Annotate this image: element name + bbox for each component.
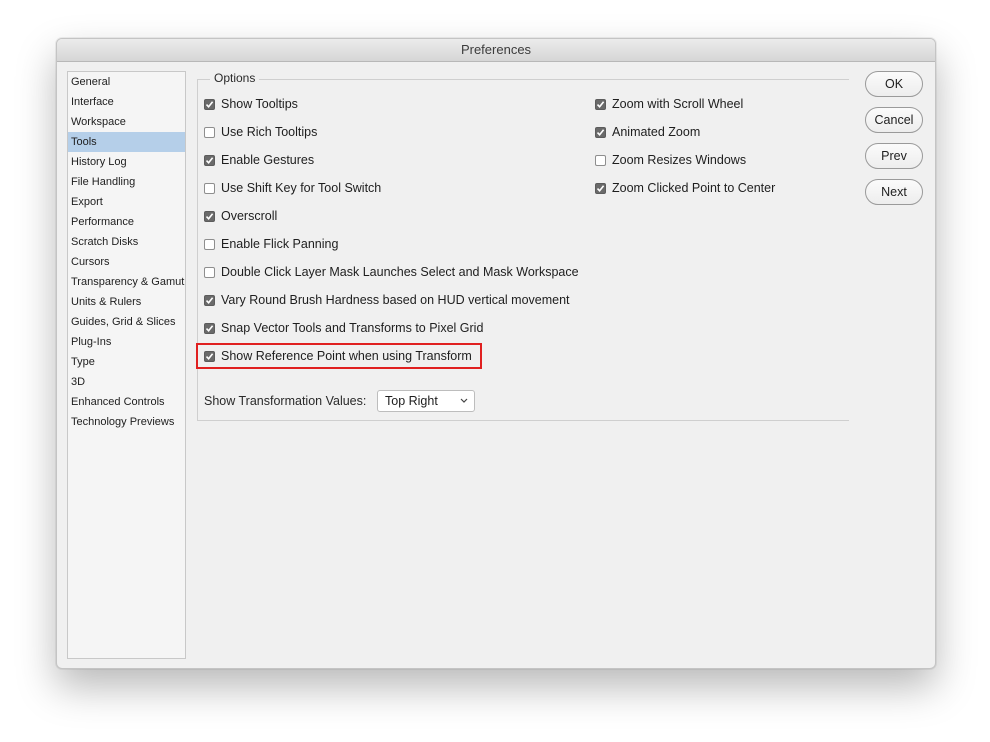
sidebar-item-general[interactable]: General: [68, 72, 185, 92]
checkbox-label: Zoom Resizes Windows: [612, 153, 747, 167]
checkbox-label: Overscroll: [221, 209, 278, 223]
checkbox-vary-round-brush-hardness[interactable]: Vary Round Brush Hardness based on HUD v…: [204, 292, 570, 308]
cancel-button[interactable]: Cancel: [865, 107, 923, 133]
checkbox-zoom-resizes-windows[interactable]: Zoom Resizes Windows: [595, 152, 746, 168]
sidebar-item-transparency-gamut[interactable]: Transparency & Gamut: [68, 272, 185, 292]
sidebar-item-workspace[interactable]: Workspace: [68, 112, 185, 132]
checkbox-show-tooltips[interactable]: Show Tooltips: [204, 96, 298, 112]
sidebar-item-technology-previews[interactable]: Technology Previews: [68, 412, 185, 432]
checkbox-box[interactable]: [595, 182, 606, 194]
next-button[interactable]: Next: [865, 179, 923, 205]
checkbox-use-shift-key[interactable]: Use Shift Key for Tool Switch: [204, 180, 381, 196]
preferences-sidebar: General Interface Workspace Tools Histor…: [67, 71, 186, 659]
sidebar-item-plug-ins[interactable]: Plug-Ins: [68, 332, 185, 352]
checkbox-snap-vector-tools[interactable]: Snap Vector Tools and Transforms to Pixe…: [204, 320, 483, 336]
sidebar-item-cursors[interactable]: Cursors: [68, 252, 185, 272]
preferences-window: Preferences General Interface Workspace …: [56, 38, 936, 669]
checkbox-overscroll[interactable]: Overscroll: [204, 208, 277, 224]
checkbox-box[interactable]: [595, 126, 606, 138]
checkbox-zoom-clicked-point[interactable]: Zoom Clicked Point to Center: [595, 180, 775, 196]
checkbox-box[interactable]: [595, 98, 606, 110]
transformation-values-label: Show Transformation Values:: [204, 394, 367, 408]
checkbox-box[interactable]: [204, 322, 215, 334]
transformation-values-select[interactable]: Top Right: [377, 390, 475, 412]
checkbox-label: Zoom with Scroll Wheel: [612, 97, 744, 111]
checkbox-box[interactable]: [204, 238, 215, 250]
sidebar-item-scratch-disks[interactable]: Scratch Disks: [68, 232, 185, 252]
checkbox-label: Enable Gestures: [221, 153, 315, 167]
checkbox-box[interactable]: [595, 154, 606, 166]
checkbox-box[interactable]: [204, 98, 215, 110]
highlight-annotation-box: [196, 343, 482, 369]
sidebar-item-guides-grid-slices[interactable]: Guides, Grid & Slices: [68, 312, 185, 332]
select-value: Top Right: [385, 394, 438, 408]
checkbox-box[interactable]: [204, 210, 215, 222]
checkbox-box[interactable]: [204, 154, 215, 166]
sidebar-item-interface[interactable]: Interface: [68, 92, 185, 112]
checkbox-label: Snap Vector Tools and Transforms to Pixe…: [221, 321, 484, 335]
checkbox-animated-zoom[interactable]: Animated Zoom: [595, 124, 700, 140]
sidebar-item-file-handling[interactable]: File Handling: [68, 172, 185, 192]
sidebar-item-enhanced-controls[interactable]: Enhanced Controls: [68, 392, 185, 412]
window-title: Preferences: [57, 39, 935, 62]
sidebar-item-type[interactable]: Type: [68, 352, 185, 372]
checkbox-box[interactable]: [204, 294, 215, 306]
checkbox-label: Enable Flick Panning: [221, 237, 339, 251]
sidebar-item-units-rulers[interactable]: Units & Rulers: [68, 292, 185, 312]
checkbox-label: Use Rich Tooltips: [221, 125, 318, 139]
prev-button[interactable]: Prev: [865, 143, 923, 169]
checkbox-box[interactable]: [204, 126, 215, 138]
options-legend: Options: [210, 71, 260, 85]
checkbox-double-click-layer-mask[interactable]: Double Click Layer Mask Launches Select …: [204, 264, 579, 280]
checkbox-enable-gestures[interactable]: Enable Gestures: [204, 152, 314, 168]
sidebar-item-3d[interactable]: 3D: [68, 372, 185, 392]
checkbox-label: Double Click Layer Mask Launches Select …: [221, 265, 579, 279]
sidebar-item-export[interactable]: Export: [68, 192, 185, 212]
sidebar-item-performance[interactable]: Performance: [68, 212, 185, 232]
checkbox-box[interactable]: [204, 182, 215, 194]
checkbox-use-rich-tooltips[interactable]: Use Rich Tooltips: [204, 124, 317, 140]
checkbox-label: Vary Round Brush Hardness based on HUD v…: [221, 293, 570, 307]
checkbox-label: Zoom Clicked Point to Center: [612, 181, 776, 195]
checkbox-label: Show Tooltips: [221, 97, 298, 111]
checkbox-zoom-with-scroll-wheel[interactable]: Zoom with Scroll Wheel: [595, 96, 743, 112]
checkbox-label: Use Shift Key for Tool Switch: [221, 181, 382, 195]
ok-button[interactable]: OK: [865, 71, 923, 97]
sidebar-item-tools[interactable]: Tools: [68, 132, 185, 152]
sidebar-item-history-log[interactable]: History Log: [68, 152, 185, 172]
chevron-down-icon: [460, 398, 468, 403]
checkbox-label: Animated Zoom: [612, 125, 701, 139]
checkbox-enable-flick-panning[interactable]: Enable Flick Panning: [204, 236, 338, 252]
checkbox-box[interactable]: [204, 266, 215, 278]
